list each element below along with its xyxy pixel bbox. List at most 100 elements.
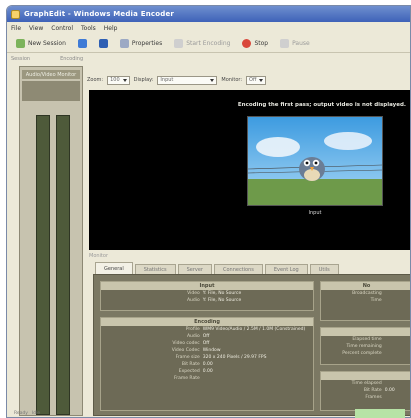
video-message: Encoding the first pass; output video is… bbox=[237, 102, 406, 108]
properties-icon bbox=[119, 39, 129, 48]
encoding-panel: Encoding Profile WM9 Video/Audio / 2.5M /… bbox=[100, 317, 314, 411]
encoding-row-key: Frame size bbox=[175, 355, 200, 360]
stats-row: Time elapsed bbox=[321, 380, 410, 387]
encoding-row: Expected 0.00 bbox=[101, 368, 313, 375]
display-select[interactable]: Input bbox=[157, 75, 218, 85]
input-row-key: Video bbox=[187, 291, 200, 296]
new-session-label: New Session bbox=[28, 40, 66, 47]
side-panel-header: Audio/Video Monitor bbox=[22, 70, 80, 79]
monitor-value: Off bbox=[249, 77, 257, 83]
encoding-row-key: Audio bbox=[186, 334, 200, 339]
input-video-frame bbox=[247, 116, 383, 206]
input-row-key: Audio bbox=[186, 298, 200, 303]
stats-row-key: Bit Rate bbox=[363, 388, 382, 393]
display-value: Input bbox=[160, 77, 174, 83]
menu-file[interactable]: File bbox=[11, 25, 21, 32]
info-encoding: Encoding bbox=[60, 55, 84, 62]
zoom-label: Zoom: bbox=[87, 77, 104, 83]
stats-row-value: 0.00 bbox=[384, 388, 395, 393]
tab-connections[interactable]: Connections bbox=[213, 264, 263, 274]
new-session-button[interactable]: New Session bbox=[13, 37, 69, 50]
progress-row: Percent complete bbox=[321, 350, 410, 357]
chevron-down-icon bbox=[259, 78, 264, 82]
video-preview: Encoding the first pass; output video is… bbox=[89, 90, 410, 250]
pause-button[interactable]: Pause bbox=[277, 37, 313, 50]
title-bar[interactable]: GraphEdit - Windows Media Encoder bbox=[7, 6, 410, 22]
status-idle: Idle bbox=[31, 411, 41, 416]
monitor-label: Monitor: bbox=[221, 77, 243, 83]
new-session-icon bbox=[16, 39, 25, 48]
save-icon bbox=[98, 39, 108, 48]
tab-server[interactable]: Server bbox=[177, 264, 212, 274]
encoding-row-key: Video codec bbox=[172, 341, 200, 346]
status-ready: Ready bbox=[14, 411, 28, 416]
progress-row: Elapsed time bbox=[321, 336, 410, 343]
input-row: Audio Y: File, No Source bbox=[101, 297, 313, 304]
encoding-row: Audio Off bbox=[101, 333, 313, 340]
progress-row-key: Time remaining bbox=[346, 344, 382, 349]
stats-panel-title bbox=[321, 372, 410, 380]
input-row-value: Y: File, No Source bbox=[202, 291, 242, 296]
encoding-row: Bit Rate 0.00 bbox=[101, 361, 313, 368]
monitor-tabs: General Statistics Server Connections Ev… bbox=[95, 262, 410, 274]
display-label: Display: bbox=[133, 77, 154, 83]
broadcast-panel-title: No bbox=[321, 282, 410, 290]
zoom-value: 100 bbox=[110, 77, 120, 83]
menu-view[interactable]: View bbox=[29, 25, 43, 32]
info-session: Session bbox=[11, 55, 31, 62]
tab-event-log[interactable]: Event Log bbox=[264, 264, 308, 274]
broadcast-row: Time bbox=[321, 297, 410, 304]
monitor-select[interactable]: Off bbox=[246, 75, 267, 85]
encoding-row: Profile WM9 Video/Audio / 2.5M / 1.0M (Co… bbox=[101, 326, 313, 333]
menu-control[interactable]: Control bbox=[51, 25, 73, 32]
stats-row-key: Frames bbox=[365, 395, 382, 400]
encoding-row: Video codec Off bbox=[101, 340, 313, 347]
tab-statistics[interactable]: Statistics bbox=[134, 264, 176, 274]
general-details: Input Video Y: File, No Source Audio Y: … bbox=[93, 274, 410, 416]
broadcast-row-key: Broadcasting bbox=[352, 291, 382, 296]
broadcast-panel: No Broadcasting Time bbox=[320, 281, 410, 321]
encoding-row-key: Profile bbox=[185, 327, 200, 332]
zoom-select[interactable]: 100 bbox=[107, 75, 130, 85]
menu-help[interactable]: Help bbox=[104, 25, 118, 32]
app-window: GraphEdit - Windows Media Encoder File V… bbox=[6, 5, 411, 418]
window-title: GraphEdit - Windows Media Encoder bbox=[24, 10, 175, 18]
menu-tools[interactable]: Tools bbox=[81, 25, 96, 32]
start-icon bbox=[174, 39, 184, 48]
open-icon bbox=[77, 39, 87, 48]
info-bar: Session Encoding bbox=[7, 54, 410, 63]
encoding-row-key: Expected bbox=[178, 369, 200, 374]
input-row-value: Y: File, No Source bbox=[202, 298, 242, 303]
start-encoding-button[interactable]: Start Encoding bbox=[171, 37, 233, 50]
input-panel-title: Input bbox=[101, 282, 313, 290]
monitor-side-panel: Audio/Video Monitor bbox=[19, 66, 83, 416]
encoding-row-key: Bit Rate bbox=[181, 362, 200, 367]
progress-row: Time remaining bbox=[321, 343, 410, 350]
open-button[interactable] bbox=[75, 37, 90, 50]
menu-bar: File View Control Tools Help bbox=[7, 22, 410, 34]
chevron-down-icon bbox=[210, 78, 215, 82]
pause-icon bbox=[280, 39, 290, 48]
properties-label: Properties bbox=[131, 40, 163, 47]
stop-button[interactable]: Stop bbox=[239, 37, 271, 50]
encoding-row-key: Video Codec bbox=[171, 348, 200, 353]
encoding-row-value: 0.00 bbox=[202, 362, 213, 367]
encoding-row-value: 0.00 bbox=[202, 369, 213, 374]
stats-row: Bit Rate 0.00 bbox=[321, 387, 410, 394]
save-button[interactable] bbox=[96, 37, 111, 50]
tab-utils[interactable]: Utils bbox=[309, 264, 339, 274]
video-thumbnail bbox=[247, 117, 383, 205]
encoding-row-key: Frame Rate bbox=[173, 376, 200, 381]
properties-button[interactable]: Properties bbox=[117, 37, 165, 50]
progress-row-key: Elapsed time bbox=[352, 337, 382, 342]
input-row: Video Y: File, No Source bbox=[101, 290, 313, 297]
tab-general[interactable]: General bbox=[95, 262, 133, 274]
encoding-row: Frame Rate bbox=[101, 375, 313, 382]
start-encoding-label: Start Encoding bbox=[186, 40, 231, 47]
section-label: Monitor bbox=[89, 253, 109, 259]
side-panel-box bbox=[22, 81, 80, 101]
encoding-panel-title: Encoding bbox=[101, 318, 313, 326]
stop-icon bbox=[242, 39, 252, 48]
view-toolbar: Zoom: 100 Display: Input Monitor: Off bbox=[87, 74, 410, 86]
progress-panel: Elapsed time Time remaining Percent comp… bbox=[320, 327, 410, 365]
